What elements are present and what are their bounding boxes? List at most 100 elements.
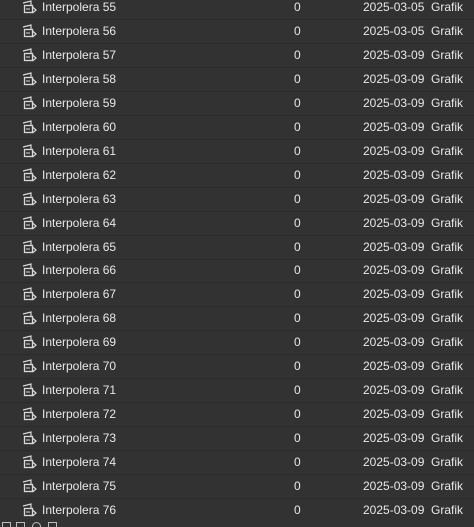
library-item-row[interactable]: Interpolera 73 0 2025-03-09... Grafik bbox=[0, 427, 474, 452]
item-name: Interpolera 69 bbox=[42, 335, 117, 350]
library-item-row[interactable]: Interpolera 69 0 2025-03-09... Grafik bbox=[0, 331, 474, 356]
item-type: Grafik bbox=[431, 143, 464, 158]
library-item-row[interactable]: Interpolera 75 0 2025-03-09... Grafik bbox=[0, 475, 474, 499]
library-item-row[interactable]: Interpolera 74 0 2025-03-09... Grafik bbox=[0, 451, 474, 476]
item-name: Interpolera 58 bbox=[42, 71, 117, 86]
item-name: Interpolera 56 bbox=[42, 23, 117, 38]
item-type: Grafik bbox=[431, 119, 464, 134]
graphic-symbol-icon bbox=[21, 286, 38, 303]
graphic-symbol-icon bbox=[21, 478, 38, 495]
item-modified-date: 2025-03-09... bbox=[363, 359, 425, 374]
library-item-row[interactable]: Interpolera 60 0 2025-03-09... Grafik bbox=[0, 116, 474, 140]
item-modified-date: 2025-03-09... bbox=[363, 407, 425, 422]
item-name: Interpolera 62 bbox=[42, 167, 117, 182]
item-modified-date: 2025-03-09... bbox=[363, 119, 425, 134]
item-use-count: 0 bbox=[294, 263, 301, 278]
graphic-symbol-icon bbox=[21, 430, 38, 447]
graphic-symbol-icon bbox=[21, 95, 38, 112]
library-item-row[interactable]: Interpolera 72 0 2025-03-09... Grafik bbox=[0, 403, 474, 428]
library-item-row[interactable]: Interpolera 59 0 2025-03-09... Grafik bbox=[0, 92, 474, 116]
library-item-row[interactable]: Interpolera 68 0 2025-03-09... Grafik bbox=[0, 307, 474, 332]
item-type: Grafik bbox=[431, 239, 464, 254]
library-item-row[interactable]: Interpolera 71 0 2025-03-09... Grafik bbox=[0, 379, 474, 404]
library-item-row[interactable]: Interpolera 70 0 2025-03-09... Grafik bbox=[0, 355, 474, 380]
item-name: Interpolera 74 bbox=[42, 455, 117, 470]
new-folder-icon[interactable] bbox=[16, 522, 25, 527]
library-item-row[interactable]: Interpolera 65 0 2025-03-09... Grafik bbox=[0, 236, 474, 260]
item-name: Interpolera 68 bbox=[42, 311, 117, 326]
graphic-symbol-icon bbox=[21, 262, 38, 279]
library-item-row[interactable]: Interpolera 55 0 2025-03-05... Grafik bbox=[0, 0, 474, 20]
graphic-symbol-icon bbox=[21, 334, 38, 351]
item-use-count: 0 bbox=[294, 335, 301, 350]
item-modified-date: 2025-03-09... bbox=[363, 167, 425, 182]
library-item-row[interactable]: Interpolera 58 0 2025-03-09... Grafik bbox=[0, 68, 474, 92]
item-use-count: 0 bbox=[294, 71, 301, 86]
item-name: Interpolera 60 bbox=[42, 119, 117, 134]
graphic-symbol-icon bbox=[21, 191, 38, 208]
item-type: Grafik bbox=[431, 191, 464, 206]
item-modified-date: 2025-03-09... bbox=[363, 191, 425, 206]
item-type: Grafik bbox=[431, 479, 464, 493]
item-type: Grafik bbox=[431, 287, 464, 302]
library-item-row[interactable]: Interpolera 62 0 2025-03-09... Grafik bbox=[0, 164, 474, 188]
properties-icon[interactable] bbox=[32, 522, 41, 527]
library-item-row[interactable]: Interpolera 56 0 2025-03-05... Grafik bbox=[0, 20, 474, 44]
item-use-count: 0 bbox=[294, 143, 301, 158]
item-modified-date: 2025-03-05... bbox=[363, 0, 425, 14]
item-use-count: 0 bbox=[294, 479, 301, 493]
library-item-row[interactable]: Interpolera 67 0 2025-03-09... Grafik bbox=[0, 283, 474, 308]
item-use-count: 0 bbox=[294, 119, 301, 134]
item-use-count: 0 bbox=[294, 383, 301, 398]
item-modified-date: 2025-03-09... bbox=[363, 479, 425, 493]
item-use-count: 0 bbox=[294, 239, 301, 254]
item-name: Interpolera 66 bbox=[42, 263, 117, 278]
item-use-count: 0 bbox=[294, 311, 301, 326]
item-type: Grafik bbox=[431, 359, 464, 374]
item-modified-date: 2025-03-09... bbox=[363, 215, 425, 230]
graphic-symbol-icon bbox=[21, 454, 38, 471]
item-modified-date: 2025-03-09... bbox=[363, 143, 425, 158]
item-modified-date: 2025-03-09... bbox=[363, 311, 425, 326]
item-use-count: 0 bbox=[294, 191, 301, 206]
library-item-row[interactable]: Interpolera 76 0 2025-03-09... Grafik bbox=[0, 499, 474, 520]
item-use-count: 0 bbox=[294, 167, 301, 182]
item-name: Interpolera 76 bbox=[42, 502, 117, 517]
library-item-row[interactable]: Interpolera 57 0 2025-03-09... Grafik bbox=[0, 44, 474, 68]
item-type: Grafik bbox=[431, 431, 464, 446]
item-type: Grafik bbox=[431, 167, 464, 182]
item-modified-date: 2025-03-09... bbox=[363, 239, 425, 254]
item-name: Interpolera 67 bbox=[42, 287, 117, 302]
item-type: Grafik bbox=[431, 47, 464, 62]
delete-icon[interactable] bbox=[48, 522, 57, 527]
library-item-row[interactable]: Interpolera 63 0 2025-03-09... Grafik bbox=[0, 188, 474, 212]
item-modified-date: 2025-03-09... bbox=[363, 502, 425, 517]
item-name: Interpolera 55 bbox=[42, 0, 117, 14]
graphic-symbol-icon bbox=[21, 143, 38, 160]
item-use-count: 0 bbox=[294, 95, 301, 110]
item-modified-date: 2025-03-09... bbox=[363, 47, 425, 62]
library-item-row[interactable]: Interpolera 61 0 2025-03-09... Grafik bbox=[0, 140, 474, 164]
item-type: Grafik bbox=[431, 502, 464, 517]
graphic-symbol-icon bbox=[21, 0, 38, 16]
library-item-row[interactable]: Interpolera 66 0 2025-03-09... Grafik bbox=[0, 259, 474, 284]
graphic-symbol-icon bbox=[21, 406, 38, 423]
item-name: Interpolera 73 bbox=[42, 431, 117, 446]
graphic-symbol-icon bbox=[21, 310, 38, 327]
item-type: Grafik bbox=[431, 0, 464, 14]
item-name: Interpolera 64 bbox=[42, 215, 117, 230]
item-type: Grafik bbox=[431, 407, 464, 422]
item-modified-date: 2025-03-09... bbox=[363, 95, 425, 110]
library-item-row[interactable]: Interpolera 64 0 2025-03-09... Grafik bbox=[0, 212, 474, 236]
library-item-list[interactable]: Interpolera 5502025-03-05...GrafikInterp… bbox=[0, 0, 474, 520]
item-modified-date: 2025-03-09... bbox=[363, 455, 425, 470]
item-use-count: 0 bbox=[294, 502, 301, 517]
item-modified-date: 2025-03-09... bbox=[363, 431, 425, 446]
graphic-symbol-icon bbox=[21, 47, 38, 64]
item-name: Interpolera 65 bbox=[42, 239, 117, 254]
library-bottom-toolbar bbox=[0, 520, 474, 527]
graphic-symbol-icon bbox=[21, 71, 38, 88]
new-symbol-icon[interactable] bbox=[2, 522, 11, 527]
graphic-symbol-icon bbox=[21, 23, 38, 40]
item-type: Grafik bbox=[431, 383, 464, 398]
